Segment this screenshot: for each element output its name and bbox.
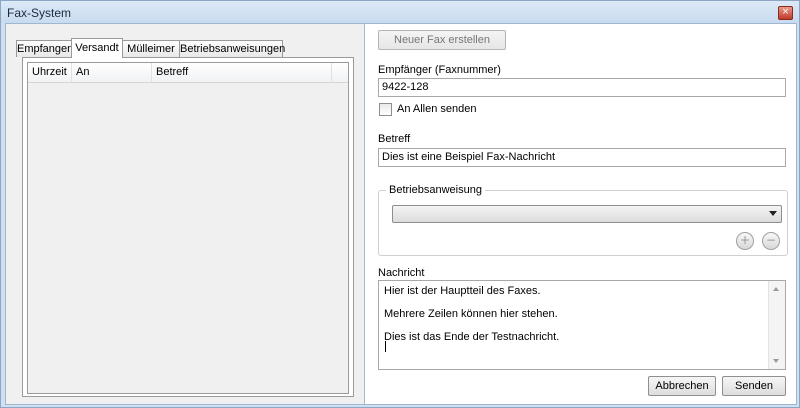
sent-tab-panel: Uhrzeit An Betreff	[22, 57, 354, 397]
close-icon[interactable]: ×	[778, 6, 793, 20]
column-header-betreff[interactable]: Betreff	[152, 63, 332, 82]
sent-fax-table[interactable]: Uhrzeit An Betreff	[27, 62, 349, 394]
recipient-field[interactable]: 9422-128	[378, 78, 786, 97]
plus-circle-icon[interactable]: +	[736, 232, 754, 250]
tab-empfangen[interactable]: Empfangen	[16, 40, 74, 57]
right-pane: Neuer Fax erstellen Empfänger (Faxnummer…	[366, 24, 796, 404]
message-line: Dies ist das Ende der Testnachricht.	[384, 331, 560, 343]
send-all-label: An Allen senden	[397, 103, 477, 115]
new-fax-button[interactable]: Neuer Fax erstellen	[378, 30, 506, 50]
tab-betriebsanweisungen[interactable]: Betriebsanweisungen	[179, 40, 286, 57]
scroll-up-icon[interactable]	[773, 287, 779, 291]
client-area: Empfangen Versandt Mülleimer Betriebsanw…	[5, 23, 797, 405]
recipient-label: Empfänger (Faxnummer)	[378, 64, 501, 76]
send-all-checkbox[interactable]	[379, 103, 392, 116]
instruction-select[interactable]	[392, 205, 782, 223]
tab-versandt[interactable]: Versandt	[71, 38, 123, 58]
text-caret	[385, 341, 386, 352]
cancel-button[interactable]: Abbrechen	[648, 376, 716, 396]
send-button[interactable]: Senden	[722, 376, 786, 396]
instruction-groupbox	[378, 190, 788, 256]
chevron-down-icon	[769, 211, 777, 216]
column-header-uhrzeit[interactable]: Uhrzeit	[28, 63, 72, 82]
left-pane: Empfangen Versandt Mülleimer Betriebsanw…	[6, 24, 365, 404]
table-header: Uhrzeit An Betreff	[28, 63, 348, 83]
tab-label: Versandt	[75, 42, 119, 54]
scroll-down-icon[interactable]	[773, 359, 779, 363]
message-scrollbar[interactable]	[768, 281, 785, 369]
subject-label: Betreff	[378, 133, 411, 145]
subject-field[interactable]: Dies ist eine Beispiel Fax-Nachricht	[378, 148, 786, 167]
message-line: Mehrere Zeilen können hier stehen.	[384, 308, 558, 320]
tab-label: Betriebsanweisungen	[180, 43, 286, 55]
window-title: Fax-System	[7, 6, 72, 20]
title-bar: Fax-System ×	[1, 1, 799, 23]
minus-circle-icon[interactable]: −	[762, 232, 780, 250]
instruction-group-label: Betriebsanweisung	[386, 184, 485, 196]
message-textarea[interactable]: Hier ist der Hauptteil des Faxes. Mehrer…	[378, 280, 786, 370]
message-line: Hier ist der Hauptteil des Faxes.	[384, 285, 541, 297]
fax-system-window: Fax-System × Empfangen Versandt Mülleime…	[0, 0, 800, 408]
tab-label: Empfangen	[17, 43, 74, 55]
message-label: Nachricht	[378, 267, 425, 279]
column-header-an[interactable]: An	[72, 63, 152, 82]
tab-label: Mülleimer	[127, 43, 175, 55]
tab-muelleimer[interactable]: Mülleimer	[122, 40, 180, 57]
